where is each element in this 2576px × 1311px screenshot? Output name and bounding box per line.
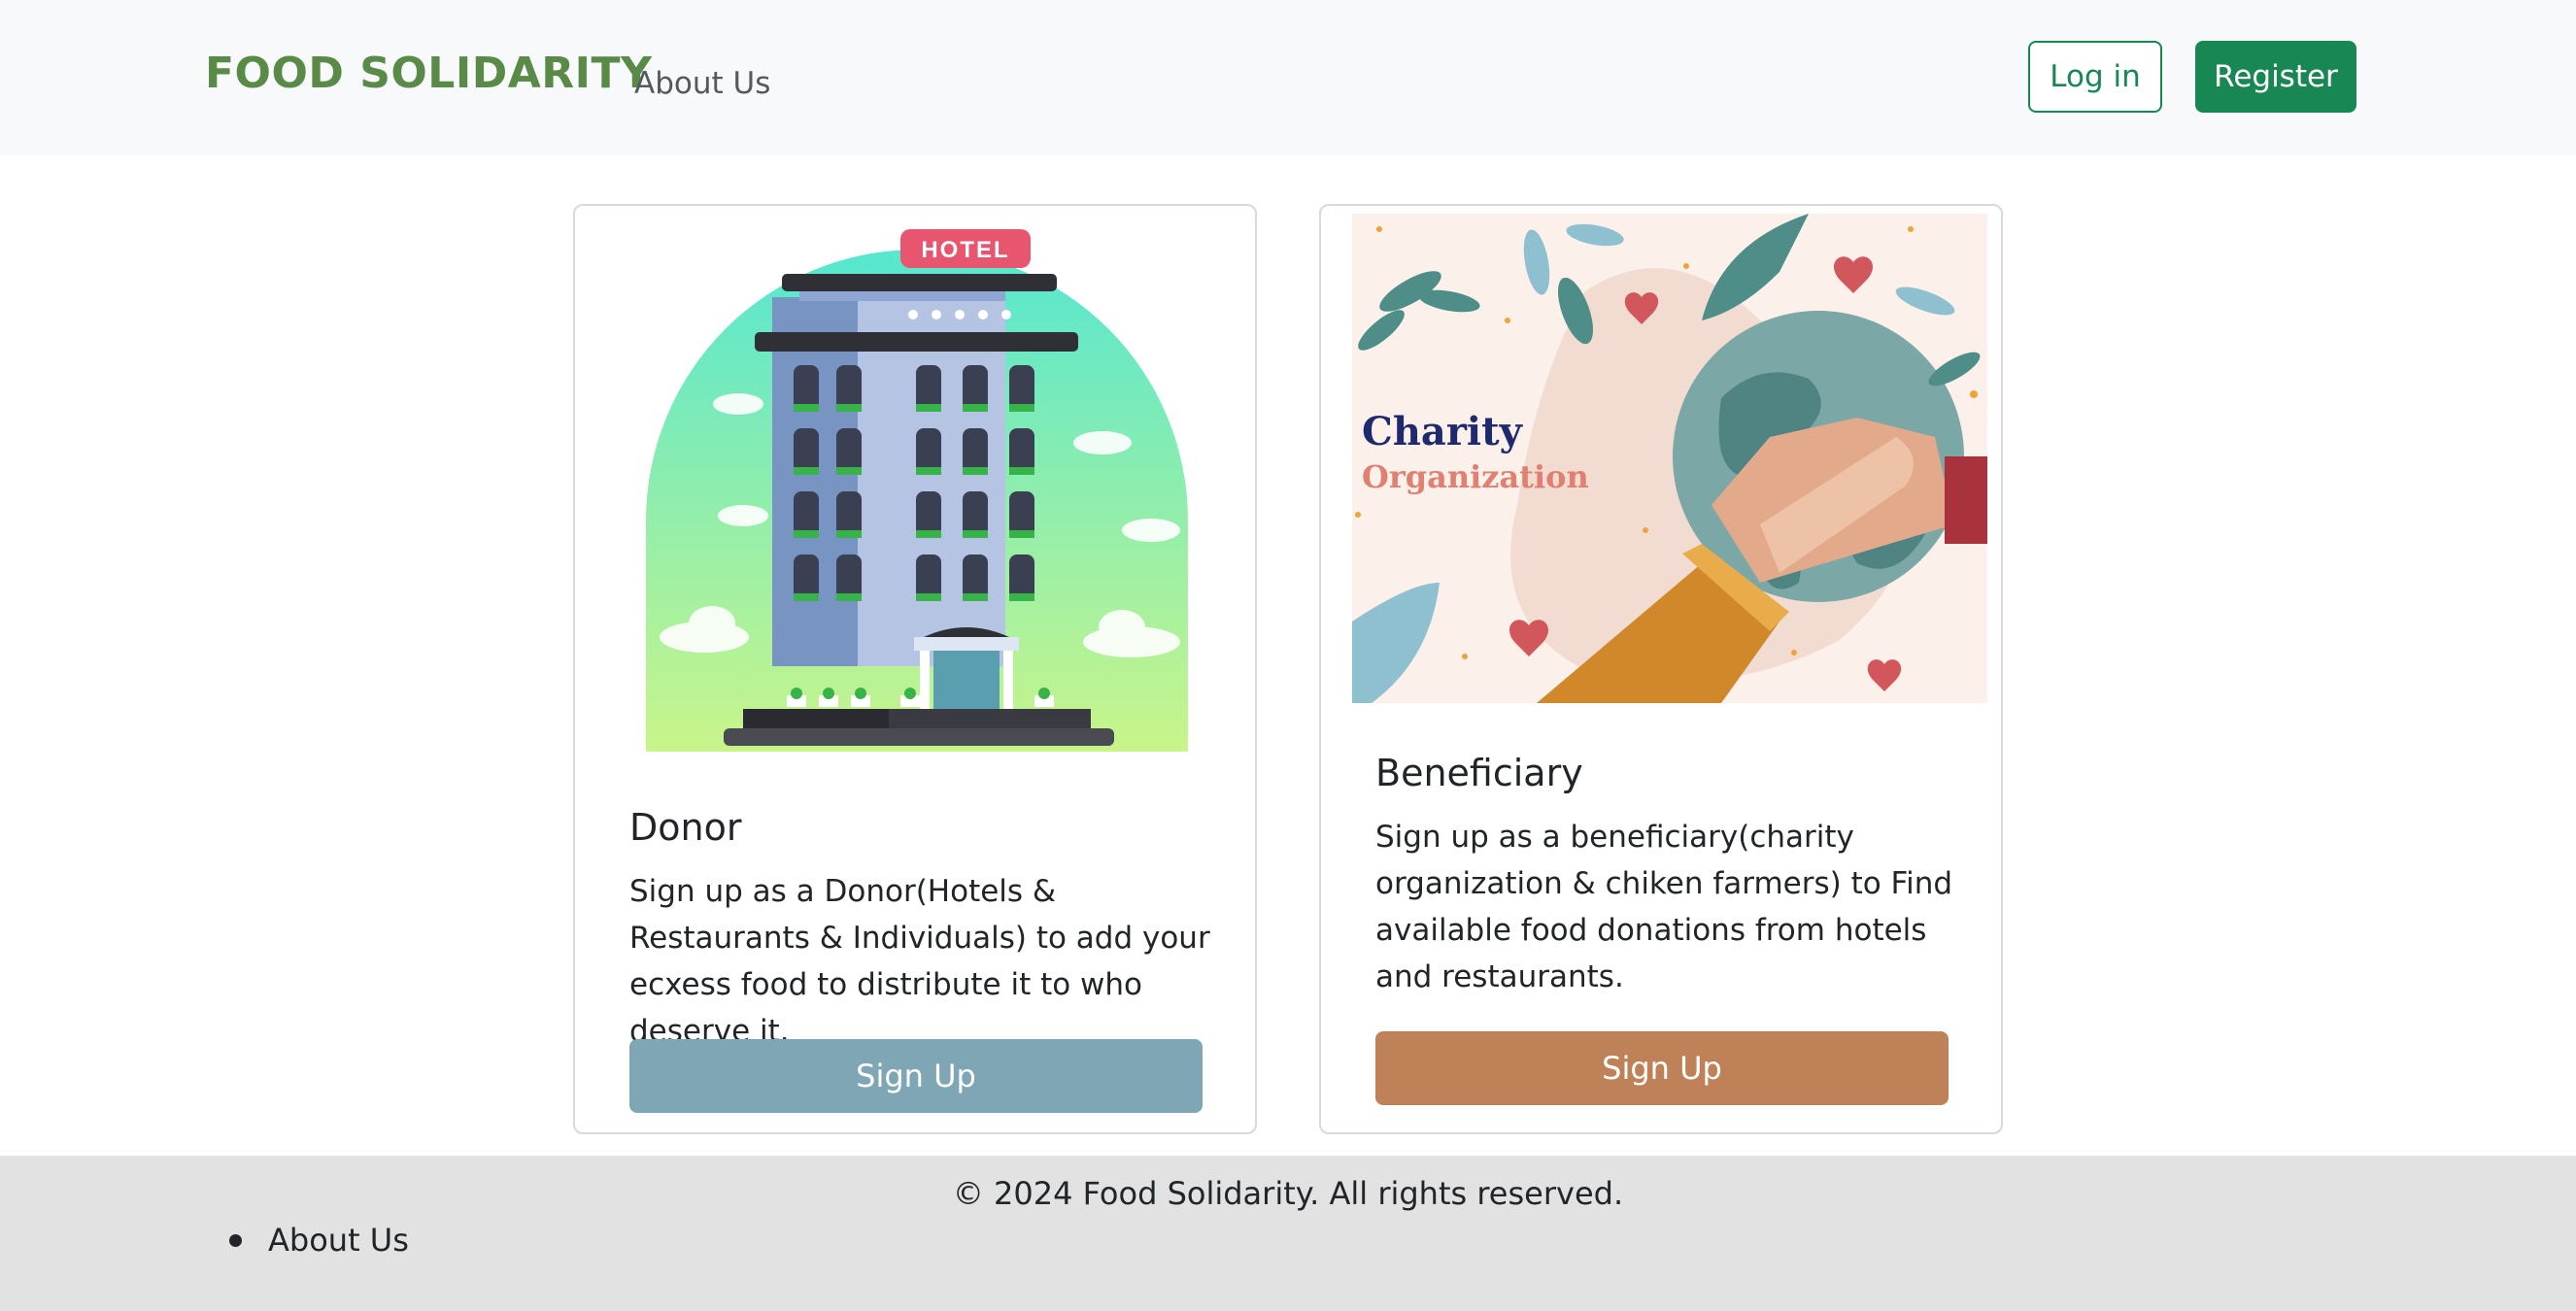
footer: © 2024 Food Solidarity. All rights reser…: [0, 1156, 2576, 1311]
navbar: FOOD SOLIDARITY About Us Log in Register: [0, 0, 2576, 155]
footer-link-about-us[interactable]: About Us: [268, 1222, 409, 1259]
donor-card-text: Sign up as a Donor(Hotels & Restaurants …: [629, 874, 1210, 1049]
beneficiary-card-title: Beneficiary: [1375, 752, 1583, 794]
footer-link-item: About Us: [229, 1222, 409, 1259]
organization-title-text: Organization: [1362, 458, 1589, 495]
footer-links: About Us: [229, 1222, 409, 1259]
register-button[interactable]: Register: [2195, 41, 2356, 113]
login-button[interactable]: Log in: [2028, 41, 2162, 113]
donor-card: HOTEL Donor Sign up as a Donor(Hotels & …: [573, 204, 1257, 1134]
beneficiary-card-text: Sign up as a beneficiary(charity organiz…: [1375, 820, 1953, 994]
donor-signup-button[interactable]: Sign Up: [629, 1039, 1203, 1113]
beneficiary-card: Charity Organization Beneficiary Sign up…: [1319, 204, 2003, 1134]
nav-link-about-us[interactable]: About Us: [634, 66, 770, 101]
charity-organization-illustration: Charity Organization: [1352, 214, 1987, 703]
donor-card-title: Donor: [629, 806, 742, 849]
hotel-illustration: HOTEL: [646, 229, 1188, 752]
beneficiary-signup-button[interactable]: Sign Up: [1375, 1031, 1949, 1105]
charity-title-text: Charity: [1362, 409, 1524, 454]
bullet-icon: [229, 1233, 242, 1247]
hotel-sign-text: HOTEL: [921, 237, 1009, 263]
copyright-text: © 2024 Food Solidarity. All rights reser…: [952, 1175, 1624, 1212]
brand-logo[interactable]: FOOD SOLIDARITY: [205, 49, 652, 98]
